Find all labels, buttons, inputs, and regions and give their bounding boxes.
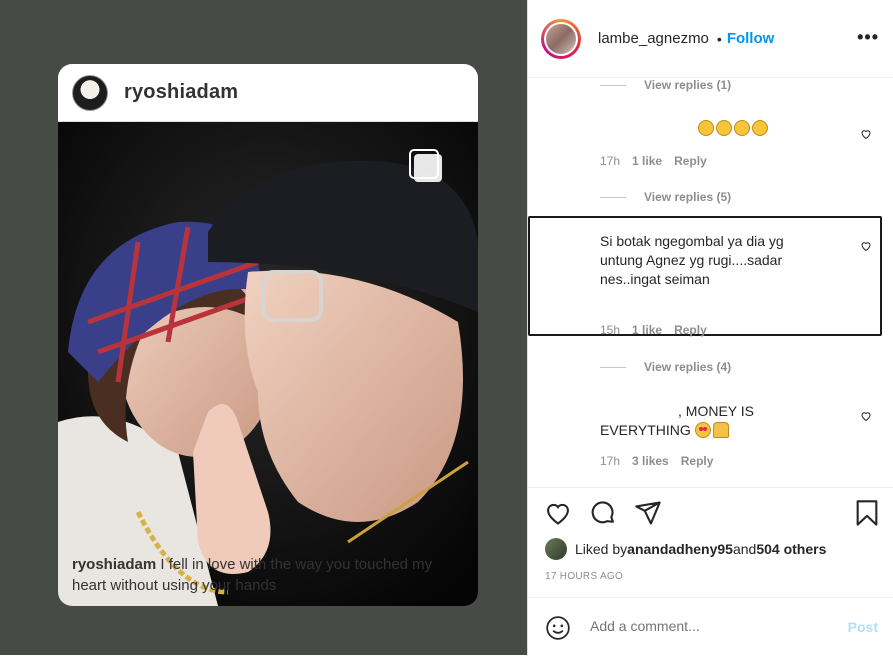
view-replies-5[interactable]: View replies (5) (600, 190, 731, 204)
comment-bubble-icon[interactable] (589, 499, 617, 527)
view-replies-4[interactable]: View replies (4) (600, 360, 731, 374)
post-sidebar: lambe_agnezmo • Follow ••• View replies … (527, 0, 893, 655)
likes-others-link[interactable]: 504 others (756, 541, 826, 557)
post-header: lambe_agnezmo • Follow ••• (528, 0, 893, 78)
comment-3-meta: 17h 3 likes Reply (600, 454, 714, 468)
reply-button[interactable]: Reply (674, 323, 707, 337)
card-username: ryoshiadam (124, 81, 239, 103)
rofl-emoji-icon (698, 120, 714, 136)
heart-eyes-emoji-icon (694, 422, 711, 438)
liker-username[interactable]: anandadheny95 (627, 541, 733, 557)
comment-3-text: , MONEY IS EVERYTHING (600, 403, 754, 438)
action-bar (528, 487, 893, 538)
card-header: ryoshiadam (58, 64, 478, 122)
save-bookmark-icon[interactable] (853, 499, 881, 527)
more-options-icon[interactable]: ••• (857, 27, 879, 48)
poster-avatar[interactable] (541, 18, 581, 59)
comment-1-meta: 17h 1 like Reply (600, 154, 707, 168)
follow-button[interactable]: Follow (727, 30, 775, 47)
like-comment-1-icon[interactable] (860, 128, 872, 140)
add-comment-input[interactable] (590, 618, 810, 634)
post-timestamp: 17 HOURS AGO (545, 571, 624, 582)
raised-hands-emoji-icon (712, 422, 729, 438)
liker-avatar[interactable] (545, 538, 567, 560)
add-comment-bar: Post (528, 597, 893, 656)
card-caption: ryoshiadam I fell in love with the way y… (72, 554, 468, 596)
like-comment-2-icon[interactable] (860, 240, 872, 252)
post-photo[interactable] (58, 122, 478, 606)
poster-username[interactable]: lambe_agnezmo (598, 30, 709, 47)
emoji-smile-icon[interactable] (545, 615, 571, 641)
caption-username: ryoshiadam (72, 556, 157, 573)
reply-button[interactable]: Reply (681, 454, 714, 468)
comment-2-text: Si botak ngegombal ya dia yg untung Agne… (600, 233, 784, 287)
separator-dot: • (716, 30, 722, 47)
card-avatar (72, 74, 108, 111)
view-replies-1[interactable]: View replies (1) (600, 78, 731, 92)
comments-list[interactable]: View replies (1) 17h 1 like Reply View rep… (528, 78, 893, 486)
comment-2-meta: 15h 1 like Reply (600, 323, 707, 337)
photo-illustration (58, 122, 478, 606)
left-backdrop: ryoshiadam ryoshiadam I fell in love wit… (0, 0, 527, 655)
rofl-emoji-icon (734, 120, 750, 136)
reply-button[interactable]: Reply (674, 154, 707, 168)
post-card: ryoshiadam ryoshiadam I fell in love wit… (58, 64, 478, 606)
post-comment-button[interactable]: Post (848, 619, 878, 635)
rofl-emoji-icon (716, 120, 732, 136)
share-paper-plane-icon[interactable] (634, 499, 662, 527)
likes-summary: Liked by anandadheny95 and 504 others (545, 538, 826, 560)
like-heart-icon[interactable] (544, 499, 572, 527)
rofl-emoji-icon (752, 120, 768, 136)
like-comment-3-icon[interactable] (860, 410, 872, 422)
